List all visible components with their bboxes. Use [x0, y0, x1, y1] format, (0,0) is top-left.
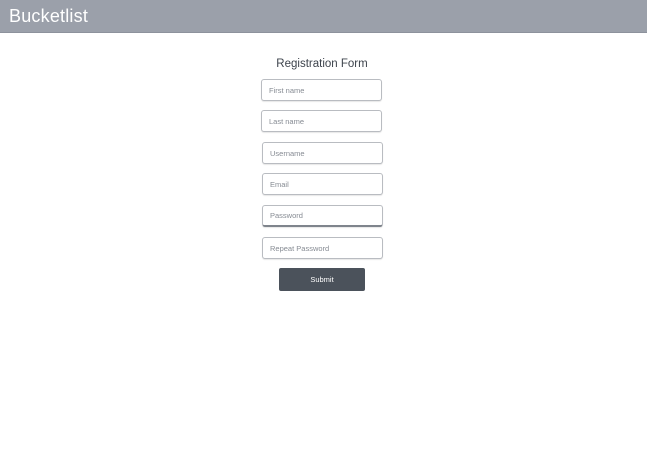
last-name-input[interactable] — [261, 110, 382, 132]
first-name-input[interactable] — [261, 79, 382, 101]
brand-logo-text[interactable]: Bucketlist — [9, 6, 88, 26]
top-navbar: Bucketlist — [0, 0, 647, 33]
form-title: Registration Form — [276, 58, 368, 70]
submit-button[interactable]: Submit — [279, 268, 365, 291]
password-input[interactable] — [262, 205, 383, 227]
repeat-password-input[interactable] — [262, 237, 383, 259]
email-input[interactable] — [262, 173, 383, 195]
username-input[interactable] — [262, 142, 383, 164]
